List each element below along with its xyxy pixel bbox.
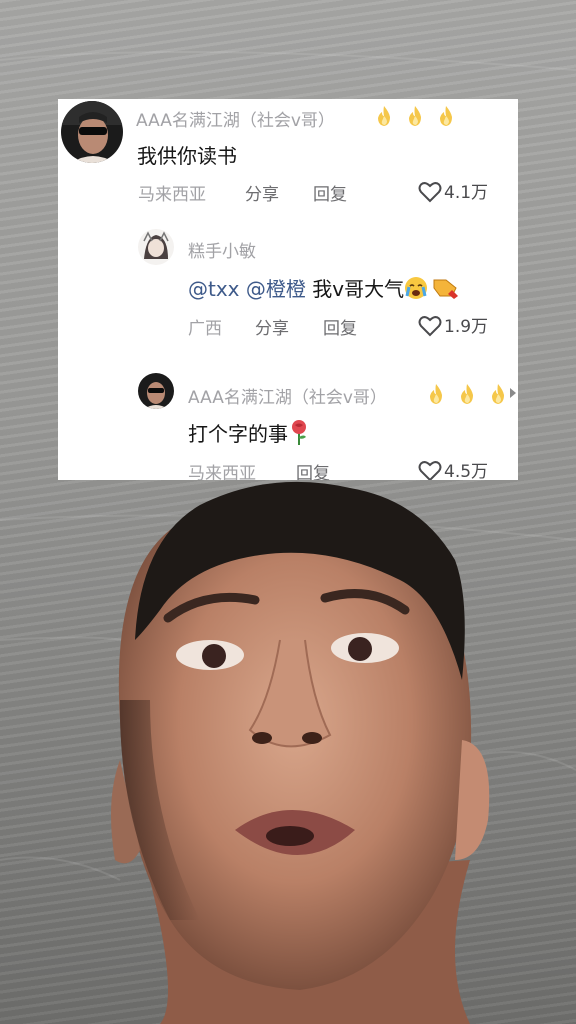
reply-button[interactable]: 回复 bbox=[313, 180, 347, 205]
heart-icon bbox=[418, 316, 442, 337]
fire-badges bbox=[428, 383, 516, 404]
share-button[interactable]: 分享 bbox=[245, 180, 279, 205]
share-button[interactable]: 分享 bbox=[255, 314, 289, 339]
reply-button[interactable]: 回复 bbox=[296, 459, 330, 480]
avatar[interactable] bbox=[61, 101, 123, 163]
rose-icon bbox=[292, 420, 306, 445]
comment-location: 广西 bbox=[188, 319, 222, 339]
like-button[interactable]: 4.5万 bbox=[418, 457, 488, 480]
avatar[interactable] bbox=[138, 229, 174, 265]
like-count: 4.1万 bbox=[444, 183, 489, 203]
clapping-hand-icon bbox=[433, 279, 459, 299]
video-stage[interactable]: AAA名满江湖（社会v哥） 我供你读书 马来西亚 分享 回复 4.1万 糕手小敏… bbox=[0, 0, 576, 1024]
fire-icon bbox=[461, 383, 474, 404]
like-button[interactable]: 4.1万 bbox=[418, 178, 488, 203]
comment-username[interactable]: 糕手小敏 bbox=[188, 237, 256, 262]
like-button[interactable]: 1.9万 bbox=[418, 312, 488, 337]
comment-username[interactable]: AAA名满江湖（社会v哥） bbox=[188, 383, 387, 408]
user-avatar-icon bbox=[138, 373, 174, 409]
avatar[interactable] bbox=[138, 373, 174, 409]
comment-text: 打个字的事 bbox=[188, 418, 310, 447]
comment-location: 马来西亚 bbox=[188, 464, 256, 480]
reply-button[interactable]: 回复 bbox=[323, 314, 357, 339]
mention-link[interactable]: @橙橙 bbox=[246, 277, 306, 301]
fire-icon bbox=[430, 383, 442, 404]
heart-icon bbox=[418, 182, 442, 203]
user-avatar-icon bbox=[138, 229, 174, 265]
user-avatar-icon bbox=[61, 101, 123, 163]
like-count: 1.9万 bbox=[444, 317, 489, 337]
fire-badges bbox=[376, 105, 464, 126]
mention-link[interactable]: @txx bbox=[188, 277, 240, 301]
comment-body: 我v哥大气 bbox=[312, 277, 405, 301]
comment-text: 我供你读书 bbox=[137, 144, 237, 168]
comment-body: 打个字的事 bbox=[188, 422, 288, 446]
fire-icon bbox=[440, 105, 453, 126]
heart-icon bbox=[418, 461, 442, 480]
comment-location: 马来西亚 bbox=[138, 185, 206, 205]
comment-card: AAA名满江湖（社会v哥） 我供你读书 马来西亚 分享 回复 4.1万 糕手小敏… bbox=[58, 99, 518, 480]
like-count: 4.5万 bbox=[444, 462, 489, 480]
fire-icon bbox=[378, 105, 390, 126]
fire-icon bbox=[492, 383, 505, 404]
crying-face-icon bbox=[405, 277, 428, 299]
fire-icon bbox=[409, 105, 422, 126]
more-arrow-icon[interactable] bbox=[510, 388, 516, 398]
comment-username[interactable]: AAA名满江湖（社会v哥） bbox=[136, 106, 335, 131]
comment-text: @txx @橙橙 我v哥大气 bbox=[188, 273, 460, 302]
